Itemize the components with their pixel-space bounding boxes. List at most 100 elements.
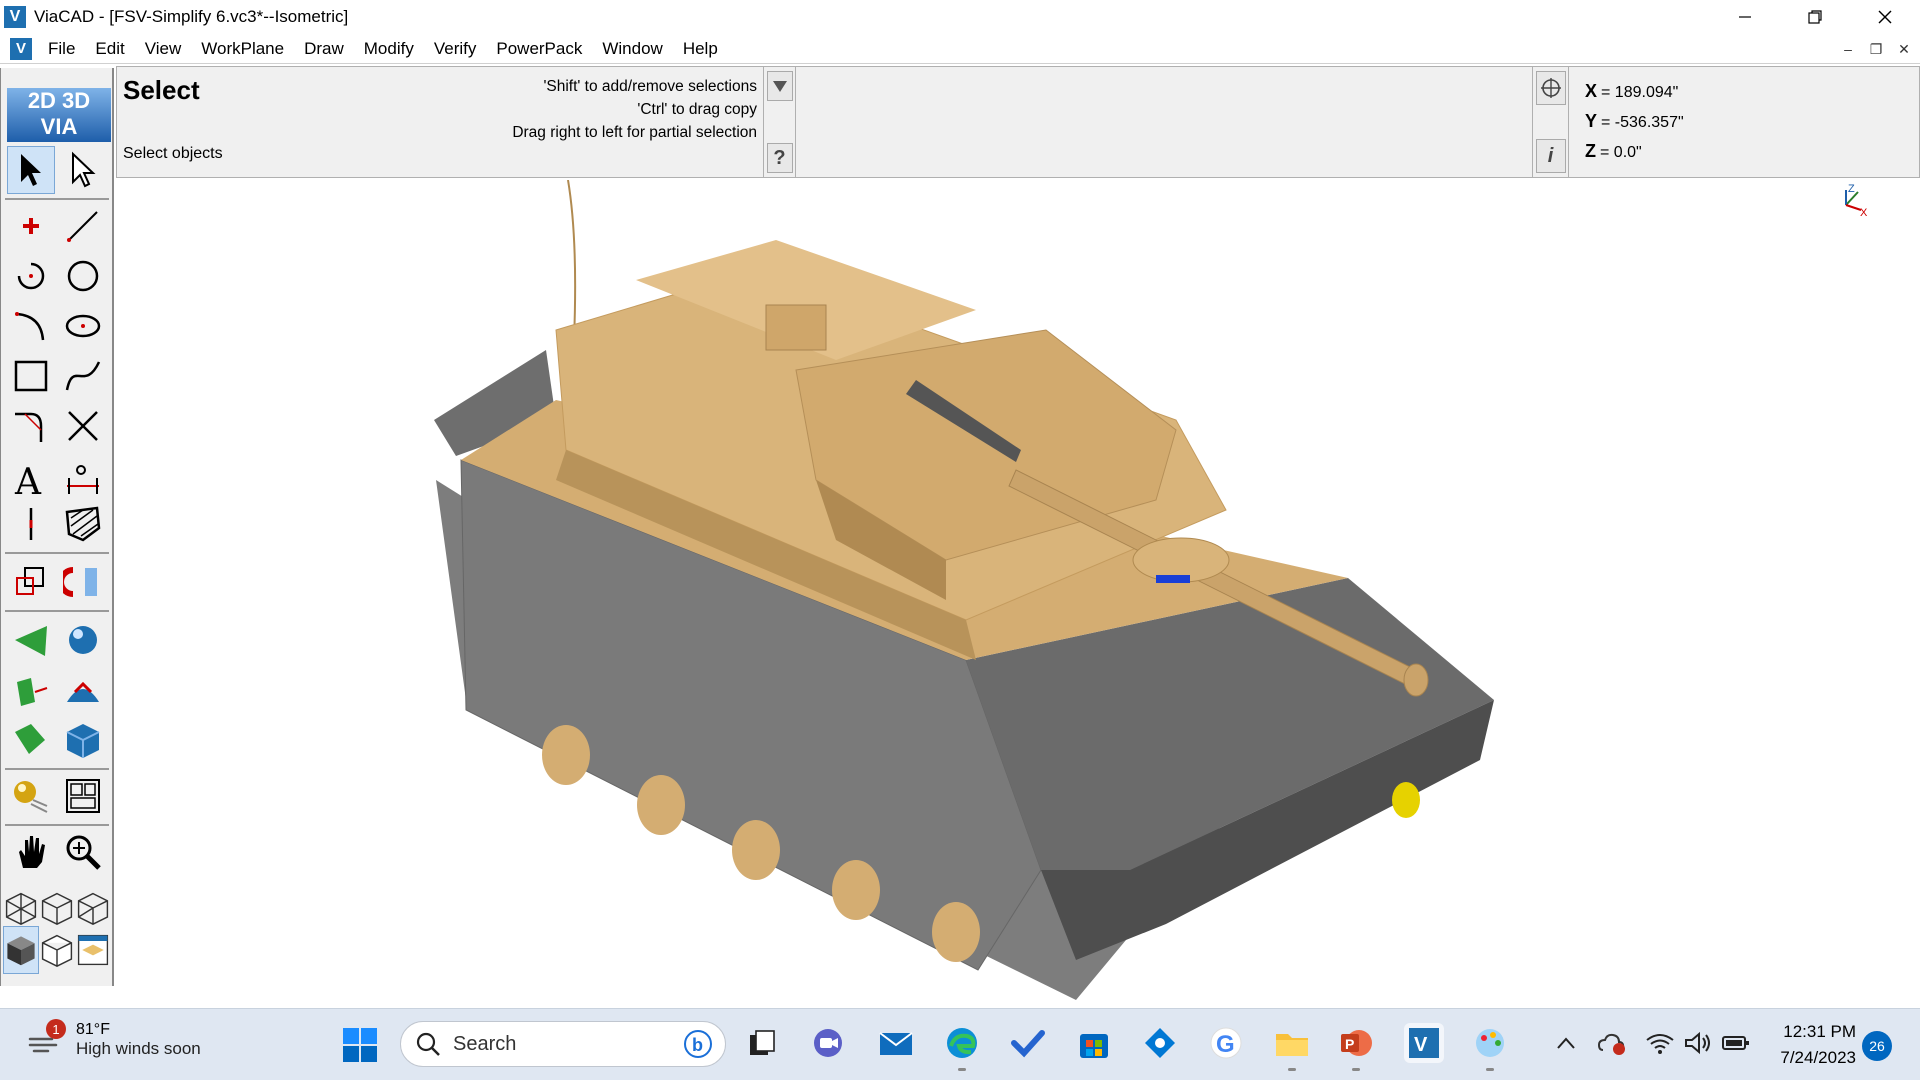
cloud-error-icon [1597, 1033, 1625, 1055]
coord-x-label: X [1585, 81, 1598, 101]
prompt-options-button[interactable] [766, 71, 793, 101]
render-window-icon [77, 934, 109, 966]
hatch-tool[interactable] [59, 500, 107, 548]
surface-tool[interactable] [7, 668, 55, 716]
menu-view[interactable]: View [135, 39, 192, 59]
mail-button[interactable] [876, 1023, 916, 1063]
paint-button[interactable] [1470, 1023, 1510, 1071]
menu-edit[interactable]: Edit [85, 39, 134, 59]
crosshair-button[interactable] [1535, 71, 1566, 105]
system-clock[interactable]: 12:31 PM 7/24/2023 [1756, 1019, 1856, 1071]
zoom-tool[interactable] [59, 828, 107, 876]
cone-icon [15, 626, 47, 656]
coord-z-value: = 0.0" [1600, 144, 1642, 161]
view-hidden-line-button[interactable] [39, 884, 75, 932]
view-outline-button[interactable] [75, 884, 111, 932]
trim-tool[interactable] [59, 402, 107, 450]
circle-tool[interactable] [59, 252, 107, 300]
spline-tool[interactable] [59, 352, 107, 400]
pan-tool[interactable] [7, 828, 55, 876]
store-button[interactable] [1074, 1023, 1114, 1063]
view-shaded-button[interactable] [3, 926, 39, 974]
powerpoint-button[interactable]: P [1336, 1023, 1376, 1071]
task-view-button[interactable] [742, 1023, 782, 1063]
render-sphere-icon [14, 781, 48, 813]
taskbar-search[interactable]: Search b [400, 1021, 726, 1067]
fillet-icon [15, 412, 43, 442]
select-alt-tool[interactable] [59, 146, 107, 194]
weather-widget[interactable]: 1 81°F High winds soon [26, 1019, 201, 1059]
document-icon[interactable]: V [10, 37, 32, 60]
fillet-tool[interactable] [7, 402, 55, 450]
menu-powerpack[interactable]: PowerPack [486, 39, 592, 59]
text-tool[interactable]: A [7, 456, 55, 504]
tray-overflow-button[interactable] [1546, 1023, 1586, 1063]
curve-tool[interactable] [7, 302, 55, 350]
menu-window[interactable]: Window [592, 39, 672, 59]
edges-cube-icon [41, 934, 73, 968]
doc-close-button[interactable]: ✕ [1892, 38, 1916, 60]
snap-tool[interactable] [59, 558, 107, 606]
solid-extrude-tool[interactable] [7, 616, 55, 664]
restore-button[interactable] [1780, 0, 1850, 34]
cube-icon [66, 724, 100, 758]
revolve-tool[interactable] [59, 668, 107, 716]
volume-button[interactable] [1680, 1023, 1716, 1063]
chrome-button[interactable]: G [1206, 1023, 1246, 1063]
loft-tool[interactable] [7, 716, 55, 764]
logo-text-bottom: VIA [40, 114, 78, 139]
prompt-help-button[interactable]: ? [766, 143, 793, 173]
info-button[interactable]: i [1535, 139, 1566, 173]
start-button[interactable] [342, 1027, 378, 1063]
centerline-tool[interactable] [7, 500, 55, 548]
cloud-status-button[interactable] [1594, 1023, 1630, 1063]
close-button[interactable] [1850, 0, 1920, 34]
menu-workplane[interactable]: WorkPlane [191, 39, 294, 59]
view-wireframe-button[interactable] [3, 884, 39, 932]
line-tool[interactable] [59, 202, 107, 250]
dimension-tool[interactable] [59, 456, 107, 504]
task-view-icon [750, 1030, 775, 1055]
arc-tool[interactable] [7, 252, 55, 300]
tank-model[interactable]: Z X [116, 180, 1920, 1008]
file-explorer-button[interactable] [1272, 1023, 1312, 1071]
logo-text-top: 2D 3D [27, 88, 91, 113]
sphere-tool[interactable] [59, 616, 107, 664]
road-wheel [932, 902, 980, 962]
arrow-select-icon [21, 154, 41, 186]
3d-viewport[interactable]: Z X [116, 180, 1920, 1008]
battery-button[interactable] [1718, 1023, 1754, 1063]
rectangle-tool[interactable] [7, 352, 55, 400]
ellipse-tool[interactable] [59, 302, 107, 350]
transform-tool[interactable] [7, 558, 55, 606]
road-wheel [832, 860, 880, 920]
layout-tool[interactable] [59, 772, 107, 820]
menu-draw[interactable]: Draw [294, 39, 354, 59]
wifi-button[interactable] [1642, 1023, 1678, 1063]
command-subprompt: Select objects [123, 145, 223, 162]
notification-badge[interactable]: 26 [1862, 1031, 1892, 1061]
viacad-taskbar-button[interactable]: V [1404, 1023, 1444, 1063]
select-tool[interactable] [7, 146, 55, 194]
clock-time: 12:31 PM [1783, 1022, 1856, 1041]
view-render-button[interactable] [75, 926, 111, 974]
box-tool[interactable] [59, 716, 107, 764]
teams-chat-button[interactable] [808, 1023, 848, 1063]
menu-file[interactable]: File [38, 39, 85, 59]
view-shaded-edges-button[interactable] [39, 926, 75, 974]
powerpoint-icon: P [1341, 1030, 1372, 1056]
weather-alert-badge: 1 [46, 1019, 66, 1039]
doc-minimize-button[interactable]: – [1836, 38, 1860, 60]
edge-button[interactable] [942, 1023, 982, 1071]
app-button[interactable] [1140, 1023, 1180, 1063]
point-tool[interactable] [7, 202, 55, 250]
doc-restore-button[interactable]: ❐ [1864, 38, 1888, 60]
menu-verify[interactable]: Verify [424, 39, 487, 59]
rectangle-icon [14, 360, 48, 392]
coord-y-label: Y [1585, 111, 1598, 131]
menu-modify[interactable]: Modify [354, 39, 424, 59]
render-tool[interactable] [7, 772, 55, 820]
todo-button[interactable] [1008, 1023, 1048, 1063]
minimize-button[interactable] [1710, 0, 1780, 34]
menu-help[interactable]: Help [673, 39, 728, 59]
